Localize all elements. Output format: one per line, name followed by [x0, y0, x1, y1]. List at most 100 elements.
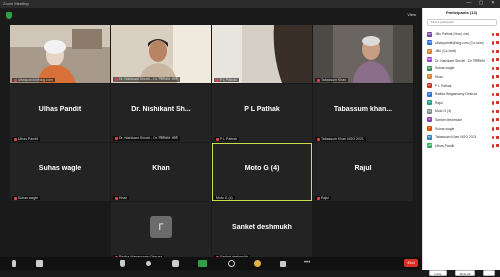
video-tile[interactable]: Rajul Rajul: [313, 143, 413, 201]
video-tile[interactable]: Tabassum khan... Tabassum Khan NGO 2021: [313, 84, 413, 142]
avatar: T: [427, 126, 432, 132]
participants-icon[interactable]: [146, 261, 151, 266]
muted-mic-icon: [317, 78, 320, 82]
participant-name: Khan: [435, 74, 443, 79]
participant-name: Moto G (4): [435, 109, 452, 114]
invite-button[interactable]: Invite: [429, 270, 447, 276]
video-tile[interactable]: P L Pathak: [212, 25, 312, 83]
participant-row[interactable]: T Suhas wagle: [426, 125, 500, 134]
mute-all-button[interactable]: Mute All: [455, 270, 475, 276]
video-icon[interactable]: [36, 260, 43, 267]
record-icon[interactable]: [228, 260, 235, 267]
participant-name: Jitin (Co-host): [435, 49, 457, 54]
participant-name: Tabassum Khan NGO 2021: [435, 135, 477, 140]
view-button[interactable]: View: [407, 12, 416, 17]
video-off-icon: [495, 84, 499, 88]
security-icon[interactable]: [120, 260, 125, 267]
muted-mic-icon: [115, 77, 118, 81]
shield-icon[interactable]: [6, 12, 12, 19]
participant-row[interactable]: UP Ulhas Pandit: [426, 142, 500, 151]
participant-name: Suhas wagle: [435, 66, 455, 71]
participant-row[interactable]: UP ulhaspandit@dcg.com (Co-host): [426, 39, 500, 48]
video-tile[interactable]: Ulhas Pandit Ulhas Pandit: [10, 84, 110, 142]
video-tile[interactable]: Г Radha Wagasvamy Desuza: [111, 202, 211, 260]
participant-search-input[interactable]: [427, 19, 497, 26]
participant-name: Suhas wagle: [38, 165, 82, 172]
video-off-icon: [495, 92, 499, 96]
participant-name: Dr. Nishikant Shrotri - Dr. निशिकांत: [435, 58, 485, 63]
participant-row[interactable]: R Rajul: [426, 99, 500, 108]
participant-row[interactable]: K Jitin (Co-host): [426, 47, 500, 56]
avatar: UP: [427, 143, 432, 149]
video-tile[interactable]: Sanket deshmukh Sanket deshmukh: [212, 202, 312, 260]
participants-panel: Participants (13) SPJitin Pathak (Host, …: [422, 8, 500, 276]
muted-mic-icon: [491, 92, 494, 97]
video-off-icon: [495, 109, 499, 113]
avatar: TK: [427, 134, 432, 140]
video-tile[interactable]: Dr. Nishikant Shrotri - Dr. निशिकांत श्र…: [111, 25, 211, 83]
tile-name-label: P L Pathak: [214, 78, 239, 82]
participant-video: [212, 25, 312, 83]
video-tile[interactable]: P L Pathak P L Pathak: [212, 84, 312, 142]
participant-name: Radha Wagasvamy Desuza: [435, 92, 477, 97]
participant-row[interactable]: SP Jitin Pathak (Host, me): [426, 30, 500, 39]
video-off-icon: [495, 135, 499, 139]
participant-row[interactable]: TK Tabassum Khan NGO 2021: [426, 133, 500, 142]
video-off-icon: [495, 144, 499, 148]
tile-name-label: Ulhas Pandit: [12, 137, 40, 141]
muted-mic-icon: [14, 78, 17, 82]
muted-mic-icon: [491, 58, 494, 62]
avatar: M: [427, 108, 432, 114]
video-off-icon: [495, 101, 499, 105]
participant-row[interactable]: PP L Pathak: [426, 82, 500, 91]
avatar: DN: [427, 57, 432, 63]
reactions-icon[interactable]: [254, 260, 261, 267]
participant-video: [10, 25, 110, 83]
tile-name-label: ulhaspandit@dcg.com: [12, 78, 55, 82]
participant-row[interactable]: K Khan: [426, 73, 500, 82]
muted-mic-icon: [491, 144, 494, 148]
muted-mic-icon: [491, 49, 494, 54]
participant-row[interactable]: S Sanket deshmukh: [426, 116, 500, 125]
participant-row[interactable]: DN Dr. Nishikant Shrotri - Dr. निशिकांत: [426, 56, 500, 65]
video-tile[interactable]: ulhaspandit@dcg.com: [10, 25, 110, 83]
participant-row[interactable]: R Radha Wagasvamy Desuza: [426, 90, 500, 99]
muted-mic-icon: [14, 137, 17, 141]
avatar: K: [427, 48, 432, 54]
window-controls[interactable]: — ▢ ✕: [466, 0, 498, 6]
title-bar: Zoom Meeting — ▢ ✕: [0, 0, 500, 8]
share-screen-icon[interactable]: [198, 260, 207, 267]
video-tile[interactable]: Dr. Nishikant Sh... Dr. Nishikant Shrotr…: [111, 84, 211, 142]
avatar: SP: [427, 65, 432, 71]
more-options-button[interactable]: ...: [483, 270, 495, 276]
video-tile[interactable]: Suhas wagle Suhas wagle: [10, 143, 110, 201]
participant-name: Ulhas Pandit: [38, 106, 82, 113]
muted-mic-icon: [317, 196, 320, 200]
avatar: UP: [427, 40, 432, 46]
video-tile[interactable]: Khan Khan: [111, 143, 211, 201]
participant-name: Khan: [152, 165, 170, 172]
participant-list: SP Jitin Pathak (Host, me) UP ulhaspandit@d…: [426, 30, 500, 150]
participant-row[interactable]: SP Suhas wagle: [426, 64, 500, 73]
video-tile[interactable]: Tabassum Khan: [313, 25, 413, 83]
avatar: P: [427, 83, 432, 89]
tile-name-label: Khan: [113, 196, 130, 200]
mic-icon[interactable]: [12, 260, 16, 267]
video-off-icon: [495, 66, 499, 70]
apps-icon[interactable]: [280, 261, 286, 267]
avatar: S: [427, 117, 432, 123]
active-speaker-tile[interactable]: Moto G (4) Moto G (4): [212, 143, 312, 201]
chat-icon[interactable]: [172, 260, 179, 267]
tile-name-label: Suhas wagle: [12, 196, 41, 200]
muted-mic-icon: [14, 196, 17, 200]
participant-row[interactable]: M Moto G (4): [426, 107, 500, 116]
tile-name-label: Tabassum Khan: [315, 78, 349, 82]
video-off-icon: [495, 75, 499, 79]
end-meeting-button[interactable]: End: [404, 259, 418, 267]
muted-mic-icon: [491, 118, 494, 122]
muted-mic-icon: [216, 78, 219, 82]
participant-name: P L Pathak: [244, 106, 280, 113]
zoom-window: Zoom Meeting — ▢ ✕ View ulhaspandit@dcg.…: [0, 0, 500, 276]
more-icon[interactable]: •••: [304, 260, 312, 267]
muted-mic-icon: [216, 137, 219, 141]
